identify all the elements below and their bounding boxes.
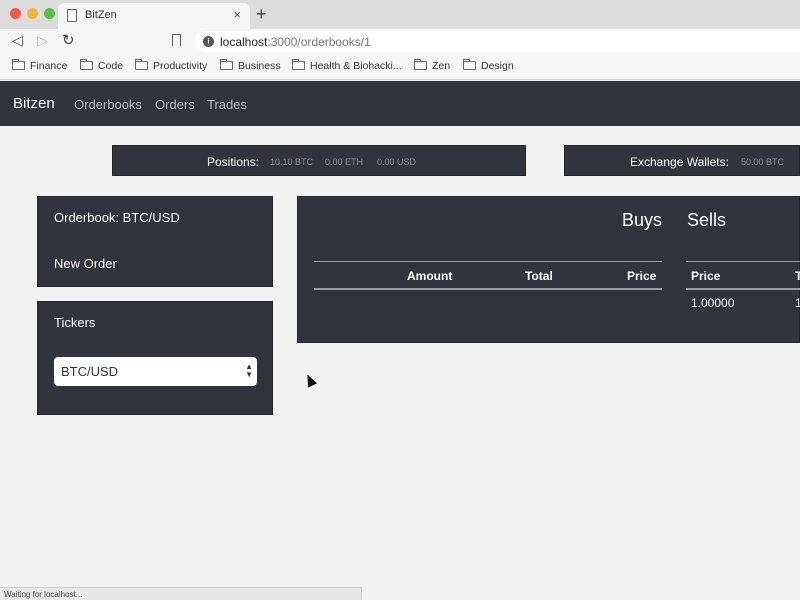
close-window-button[interactable] (10, 8, 21, 19)
folder-icon (414, 59, 427, 70)
sells-row-total: 1 (795, 296, 800, 310)
position-eth: 0.00 ETH (325, 157, 364, 167)
bookmark-label: Finance (30, 60, 68, 72)
sells-col-price: Price (691, 269, 721, 283)
folder-icon (80, 59, 93, 70)
bookmarks-bar: Finance Code Productivity Business Healt… (0, 54, 800, 80)
bookmark-design[interactable]: Design (463, 59, 514, 72)
status-bar: Waiting for localhost... (0, 587, 362, 600)
nav-orders[interactable]: Orders (155, 97, 195, 112)
position-btc: 10.10 BTC (270, 157, 314, 167)
bookmark-icon[interactable] (172, 34, 181, 46)
wallets-bar: Exchange Wallets: 50.00 BTC (564, 145, 800, 176)
sells-header-rule (686, 288, 800, 290)
info-icon[interactable]: i (203, 36, 214, 47)
browser-toolbar: ◁ ▷ ↻ i localhost:3000/orderbooks/1 (0, 29, 800, 54)
folder-icon (12, 59, 25, 70)
tab-title: BitZen (85, 9, 117, 21)
ticker-select[interactable]: BTC/USD ▲ ▼ (54, 357, 257, 386)
orderbook-title: Orderbook: BTC/USD (54, 210, 180, 225)
positions-label: Positions: (207, 155, 260, 169)
url-host: localhost (220, 35, 268, 49)
bookmark-productivity[interactable]: Productivity (135, 59, 208, 72)
sells-heading: Sells (687, 210, 727, 230)
bookmark-label: Health & Biohacki... (310, 60, 402, 72)
bookmark-health[interactable]: Health & Biohacki... (292, 59, 402, 72)
minimize-window-button[interactable] (27, 8, 38, 19)
positions-bar: Positions: 10.10 BTC 0.00 ETH 0.00 USD (112, 145, 526, 176)
mouse-cursor (302, 372, 318, 388)
address-bar[interactable]: i localhost:3000/orderbooks/1 (195, 31, 800, 52)
new-tab-button[interactable]: + (256, 4, 267, 25)
browser-tab[interactable]: BitZen × (58, 3, 250, 29)
ticker-select-value: BTC/USD (61, 364, 119, 379)
bookmark-finance[interactable]: Finance (12, 59, 68, 72)
orderbook-panel: Orderbook: BTC/USD New Order (37, 196, 273, 287)
bookmark-zen[interactable]: Zen (414, 59, 451, 72)
folder-icon (292, 59, 305, 70)
buys-heading: Buys (622, 210, 663, 230)
folder-icon (135, 59, 148, 70)
wallets-label: Exchange Wallets: (630, 155, 729, 169)
forward-icon[interactable]: ▷ (37, 32, 48, 49)
nav-orderbooks[interactable]: Orderbooks (74, 97, 142, 112)
bookmark-code[interactable]: Code (80, 59, 124, 72)
url-text: localhost:3000/orderbooks/1 (220, 35, 371, 49)
new-order-link[interactable]: New Order (54, 256, 117, 271)
bookmark-label: Code (98, 60, 124, 72)
position-usd: 0.00 USD (377, 157, 417, 167)
sells-top-rule (686, 261, 800, 262)
tickers-panel: Tickers BTC/USD ▲ ▼ (37, 301, 273, 415)
select-arrows-icon: ▲ ▼ (245, 362, 253, 379)
sells-row-price: 1.00000 (691, 296, 735, 310)
buys-top-rule (314, 261, 662, 262)
back-icon[interactable]: ◁ (12, 32, 23, 49)
tickers-title: Tickers (54, 315, 96, 330)
buys-col-total: Total (525, 269, 553, 283)
buys-col-price: Price (627, 269, 657, 283)
bookmark-business[interactable]: Business (220, 59, 281, 72)
maximize-window-button[interactable] (44, 8, 55, 19)
folder-icon (220, 59, 233, 70)
browser-tab-bar: BitZen × + (0, 0, 800, 29)
app-navbar: Bitzen Orderbooks Orders Trades (0, 81, 800, 126)
sells-col-total: T (795, 269, 800, 283)
nav-trades[interactable]: Trades (207, 97, 247, 112)
buys-col-amount: Amount (407, 269, 453, 283)
bookmark-label: Business (238, 60, 281, 72)
brand-logo[interactable]: Bitzen (13, 95, 55, 112)
url-path: :3000/orderbooks/1 (267, 35, 371, 49)
page-icon (67, 9, 77, 22)
tab-close-icon[interactable]: × (233, 7, 241, 22)
buys-header-rule (314, 288, 662, 290)
wallet-btc: 50.00 BTC (741, 157, 785, 167)
buys-sells-panel: Buys Sells Amount Total Price Price T 1.… (297, 196, 800, 343)
bookmark-label: Zen (432, 60, 451, 72)
folder-icon (463, 59, 476, 70)
reload-icon[interactable]: ↻ (62, 31, 75, 49)
bookmark-label: Productivity (153, 60, 208, 72)
bookmark-label: Design (481, 60, 514, 72)
